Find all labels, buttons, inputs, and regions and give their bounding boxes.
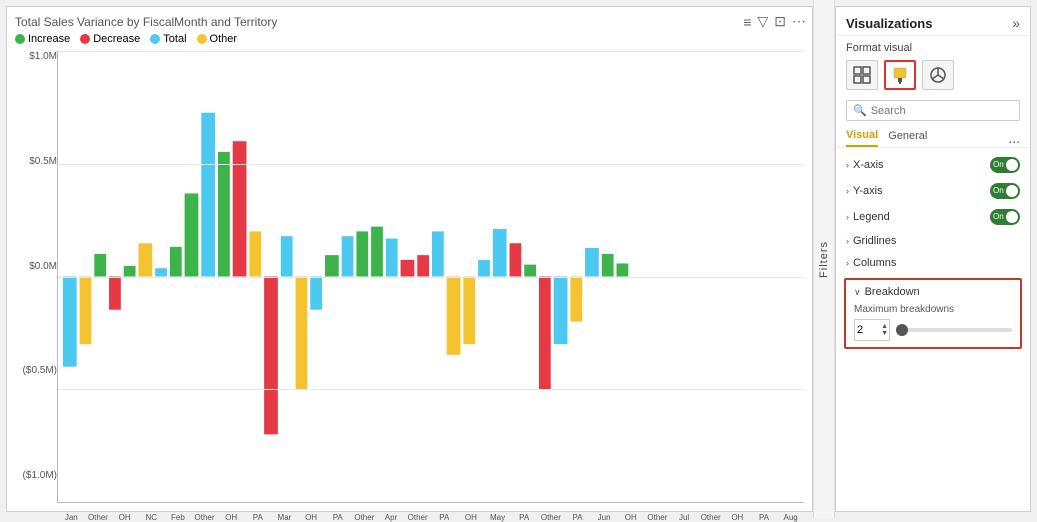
section-list: › X-axis On › Y-axis On › Legend On — [836, 148, 1030, 511]
section-xaxis-left: › X-axis — [846, 159, 884, 171]
breakdown-chevron-icon: ∨ — [854, 287, 861, 298]
format-icons-row — [836, 58, 1030, 96]
section-legend-label: Legend — [853, 211, 890, 223]
section-gridlines-label: Gridlines — [853, 235, 896, 247]
tab-general[interactable]: General — [888, 130, 927, 146]
focus-icon[interactable]: ⊡ — [774, 13, 786, 30]
y-label-3: $0.0M — [15, 261, 57, 272]
analytics-icon — [929, 66, 947, 84]
more-icon[interactable]: ⋯ — [792, 13, 806, 30]
legend-item-other: Other — [197, 33, 238, 45]
paint-format-button[interactable] — [884, 60, 916, 90]
chevron-legend-icon: › — [846, 212, 849, 222]
grid-format-button[interactable] — [846, 60, 878, 90]
gridline-middle — [58, 277, 804, 278]
section-columns-label: Columns — [853, 257, 896, 269]
viz-title: Visualizations — [846, 16, 932, 31]
spinner-buttons: ▲ ▼ — [881, 320, 888, 340]
section-item-yaxis[interactable]: › Y-axis On — [836, 178, 1030, 204]
grid-icon — [853, 66, 871, 84]
breakdown-section: ∨ Breakdown Maximum breakdowns ▲ ▼ — [844, 278, 1022, 349]
chart-header-icons: ≡ ▽ ⊡ ⋯ — [743, 13, 806, 30]
filter-icon[interactable]: ▽ — [757, 13, 768, 30]
toggle-yaxis[interactable]: On — [990, 183, 1020, 199]
legend-item-increase: Increase — [15, 33, 70, 45]
drag-icon: ≡ — [743, 14, 751, 30]
breakdown-number-input[interactable] — [857, 324, 879, 336]
number-input-box[interactable]: ▲ ▼ — [854, 319, 890, 341]
chevron-xaxis-icon: › — [846, 160, 849, 170]
section-yaxis-label: Y-axis — [853, 185, 883, 197]
search-input[interactable] — [871, 105, 1013, 117]
chart-panel: ≡ ▽ ⊡ ⋯ Total Sales Variance by FiscalMo… — [6, 6, 813, 512]
y-label-5: ($1.0M) — [15, 470, 57, 481]
gridline-75 — [58, 389, 804, 390]
toggle-legend-label: On — [993, 212, 1004, 221]
section-yaxis-left: › Y-axis — [846, 185, 883, 197]
chart-canvas: Jan Other OH NC Feb Other OH PA Mar OH P… — [57, 51, 804, 503]
chart-title: Total Sales Variance by FiscalMonth and … — [15, 15, 804, 29]
legend-dot-total — [150, 34, 160, 44]
viz-expand-button[interactable]: » — [1012, 15, 1020, 31]
breakdown-title: ∨ Breakdown — [854, 286, 1012, 298]
filters-label: Filters — [818, 241, 830, 278]
legend-label-decrease: Decrease — [93, 33, 140, 45]
viz-panel: Visualizations » Format visual — [835, 6, 1031, 512]
section-columns-left: › Columns — [846, 257, 896, 269]
chevron-yaxis-icon: › — [846, 186, 849, 196]
analytics-format-button[interactable] — [922, 60, 954, 90]
tabs-row: Visual General ... — [836, 125, 1030, 148]
legend-label-other: Other — [210, 33, 238, 45]
gridline-top — [58, 51, 804, 52]
legend-item-decrease: Decrease — [80, 33, 140, 45]
spinner-up-button[interactable]: ▲ — [881, 323, 888, 330]
tab-visual[interactable]: Visual — [846, 129, 878, 147]
chart-legend: Increase Decrease Total Other — [15, 33, 804, 45]
legend-label-increase: Increase — [28, 33, 70, 45]
section-item-xaxis[interactable]: › X-axis On — [836, 152, 1030, 178]
filters-strip[interactable]: Filters — [813, 0, 835, 518]
y-label-2: $0.5M — [15, 156, 57, 167]
toggle-xaxis-label: On — [993, 160, 1004, 169]
legend-label-total: Total — [163, 33, 186, 45]
legend-dot-increase — [15, 34, 25, 44]
toggle-legend[interactable]: On — [990, 209, 1020, 225]
section-xaxis-label: X-axis — [853, 159, 884, 171]
legend-item-total: Total — [150, 33, 186, 45]
section-legend-left: › Legend — [846, 211, 890, 223]
section-item-legend[interactable]: › Legend On — [836, 204, 1030, 230]
tab-more-button[interactable]: ... — [1008, 130, 1020, 146]
gridline-25 — [58, 164, 804, 165]
format-visual-label: Format visual — [836, 36, 1030, 58]
chevron-gridlines-icon: › — [846, 236, 849, 246]
search-box[interactable]: 🔍 — [846, 100, 1020, 121]
slider-track[interactable] — [896, 328, 1012, 332]
chevron-columns-icon: › — [846, 258, 849, 268]
toggle-xaxis[interactable]: On — [990, 157, 1020, 173]
y-axis-labels: $1.0M $0.5M $0.0M ($0.5M) ($1.0M) — [15, 51, 57, 503]
section-item-columns[interactable]: › Columns — [836, 252, 1030, 274]
search-icon: 🔍 — [853, 104, 867, 117]
section-gridlines-left: › Gridlines — [846, 235, 896, 247]
breakdown-title-label: Breakdown — [865, 286, 920, 298]
y-label-1: $1.0M — [15, 51, 57, 62]
paint-icon — [891, 66, 909, 84]
legend-dot-other — [197, 34, 207, 44]
legend-dot-decrease — [80, 34, 90, 44]
section-item-gridlines[interactable]: › Gridlines — [836, 230, 1030, 252]
viz-header: Visualizations » — [836, 7, 1030, 36]
breakdown-controls: ▲ ▼ — [854, 319, 1012, 341]
slider-thumb[interactable] — [896, 324, 908, 336]
toggle-yaxis-label: On — [993, 186, 1004, 195]
y-label-4: ($0.5M) — [15, 365, 57, 376]
max-breakdowns-label: Maximum breakdowns — [854, 304, 1012, 315]
spinner-down-button[interactable]: ▼ — [881, 330, 888, 337]
